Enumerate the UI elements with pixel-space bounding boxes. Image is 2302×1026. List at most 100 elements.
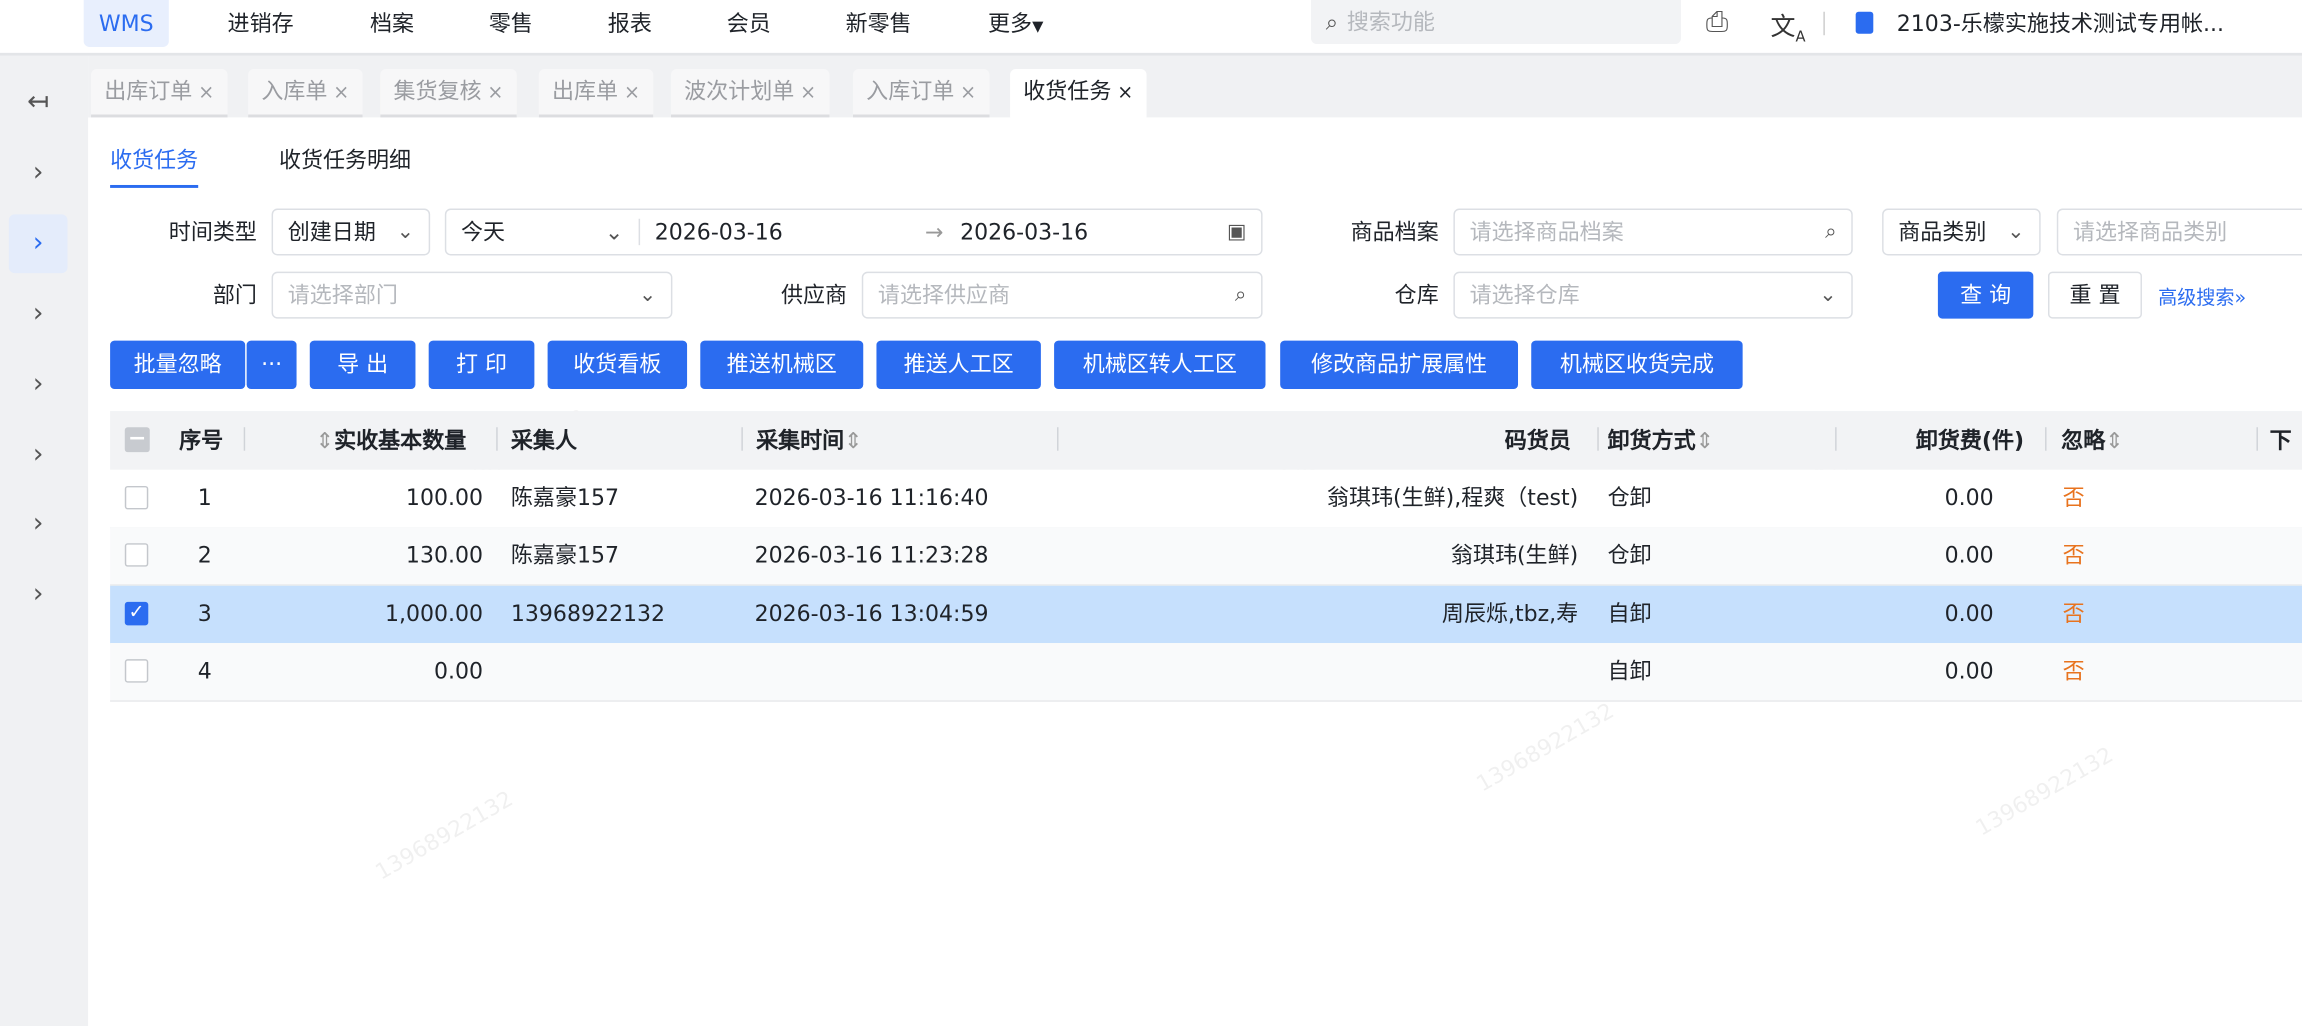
push-manual-area-button[interactable]: 推送人工区 xyxy=(876,340,1041,390)
close-icon[interactable]: × xyxy=(198,82,214,104)
nav-members[interactable]: 会员 xyxy=(727,0,771,47)
time-type-label: 时间类型 xyxy=(168,218,257,246)
chevron-right-icon[interactable]: › xyxy=(9,565,68,624)
tab-consolidation-review[interactable]: 集货复核 × xyxy=(380,69,517,118)
advanced-label: 高级搜索 xyxy=(2158,287,2235,310)
col-qty[interactable]: ⇕实收基本数量 xyxy=(316,411,467,470)
col-unload-label: 卸货方式 xyxy=(1607,427,1696,454)
cell-collector: 13968922132 xyxy=(510,599,666,627)
batch-ignore-button[interactable]: 批量忽略 xyxy=(110,340,246,390)
select-all-checkbox[interactable]: − xyxy=(124,426,150,453)
col-collector: 采集人 xyxy=(510,427,577,454)
row-checkbox[interactable] xyxy=(124,485,149,510)
tab-label: 出库单 xyxy=(552,77,619,105)
edit-product-attributes-button[interactable]: 修改商品扩展属性 xyxy=(1280,340,1519,390)
cell-fee: 0.00 xyxy=(1944,542,1994,569)
dept-select[interactable]: 请选择部门 ⌄ xyxy=(271,271,673,319)
advanced-search-link[interactable]: 高级搜索» xyxy=(2158,282,2246,310)
chevron-right-icon[interactable]: › xyxy=(9,355,68,414)
warehouse-select[interactable]: 请选择仓库 ⌄ xyxy=(1453,271,1853,319)
category-select[interactable]: 商品类别 ⌄ xyxy=(1882,208,2041,256)
close-icon[interactable]: × xyxy=(333,82,349,104)
date-end[interactable]: 2026-03-16 xyxy=(960,210,1088,254)
col-unload[interactable]: 卸货方式⇕ xyxy=(1608,411,1715,470)
chevron-right-icon[interactable]: › xyxy=(9,495,68,554)
placeholder: 请选择商品类别 xyxy=(2072,218,2228,246)
nav-wms[interactable]: WMS xyxy=(83,0,169,47)
time-type-select[interactable]: 创建日期 ⌄ xyxy=(271,208,431,256)
reset-button[interactable]: 重 置 xyxy=(2047,271,2142,319)
tab-label: 入库订单 xyxy=(866,77,955,105)
table-row[interactable]: ✓ 3 1,000.00 13968922132 2026-03-16 13:04:59… xyxy=(110,585,2302,644)
table-row[interactable]: 1 100.00 陈嘉豪157 2026-03-16 11:16:40 翁琪玮(生鲜),… xyxy=(110,469,2302,529)
top-nav: WMS 进销存 档案 零售 报表 会员 新零售 更多▼ ⌕ 搜索功能 ⎙ 文A 2… xyxy=(0,0,2302,56)
cell-time: 2026-03-16 11:16:40 xyxy=(754,484,989,511)
subtab-receiving-task[interactable]: 收货任务 xyxy=(110,144,199,188)
collapse-icon[interactable]: ↤ xyxy=(9,73,68,132)
chevron-right-icon[interactable]: › xyxy=(9,285,68,344)
row-checkbox[interactable] xyxy=(124,543,149,568)
date-range-picker[interactable]: 今天 ⌄ 2026-03-16 → 2026-03-16 ▣ xyxy=(444,208,1263,256)
nav-archive[interactable]: 档案 xyxy=(370,0,414,47)
export-button[interactable]: 导 出 xyxy=(309,340,416,390)
close-icon[interactable]: × xyxy=(624,82,640,104)
table-row[interactable]: 4 0.00 自卸 0.00 否 xyxy=(110,642,2302,702)
machine-to-manual-button[interactable]: 机械区转人工区 xyxy=(1054,340,1266,390)
range-preset[interactable]: 今天 xyxy=(461,219,505,245)
table-row[interactable]: 2 130.00 陈嘉豪157 2026-03-16 11:23:28 翁琪玮(生鲜) 仓… xyxy=(110,527,2302,587)
chevron-right-icon[interactable]: › xyxy=(9,144,68,203)
more-actions-button[interactable]: ··· xyxy=(246,340,297,390)
caret-down-icon: ▼ xyxy=(1032,19,1044,36)
time-type-value: 创建日期 xyxy=(287,218,376,246)
row-checkbox[interactable] xyxy=(124,659,149,683)
chevron-double-down-icon: » xyxy=(2234,287,2247,310)
category-input[interactable]: 请选择商品类别 xyxy=(2056,208,2302,256)
machine-receiving-complete-button[interactable]: 机械区收货完成 xyxy=(1531,340,1743,390)
subtab-receiving-task-detail[interactable]: 收货任务明细 xyxy=(279,144,411,185)
nav-more[interactable]: 更多▼ xyxy=(988,0,1043,47)
tabs-bar: 出库订单 × 入库单 × 集货复核 × 出库单 × 波次计划单 × 入库订单 × 收货任务 × xyxy=(88,55,2302,118)
nav-retail[interactable]: 零售 xyxy=(489,0,533,47)
tab-inbound[interactable]: 入库单 × xyxy=(248,69,363,118)
col-stacker: 码货员 xyxy=(1504,427,1571,454)
tab-wave-plan[interactable]: 波次计划单 × xyxy=(670,69,830,118)
chevron-right-icon[interactable]: › xyxy=(8,214,68,274)
nav-reports[interactable]: 报表 xyxy=(608,0,652,47)
close-icon[interactable]: × xyxy=(1117,82,1133,104)
search-icon: ⌕ xyxy=(1234,283,1247,307)
row-checkbox[interactable]: ✓ xyxy=(124,601,149,625)
tab-receiving-task[interactable]: 收货任务 × xyxy=(1010,69,1147,118)
cell-stacker: 周辰烁,tbz,寿 xyxy=(1441,599,1579,627)
chevron-right-icon[interactable]: › xyxy=(9,426,68,485)
sort-icon: ⇕ xyxy=(1695,427,1715,454)
nav-more-label: 更多 xyxy=(988,10,1033,37)
close-icon[interactable]: × xyxy=(960,82,976,104)
col-no: 序号 xyxy=(179,427,224,454)
query-button[interactable]: 查 询 xyxy=(1937,271,2034,319)
printer-icon[interactable]: ⎙ xyxy=(1706,6,1728,38)
tab-outbound-order[interactable]: 出库订单 × xyxy=(91,69,228,118)
receiving-board-button[interactable]: 收货看板 xyxy=(547,340,688,390)
tab-inbound-order[interactable]: 入库订单 × xyxy=(852,69,990,118)
search-icon: ⌕ xyxy=(1825,220,1837,244)
col-time-label: 采集时间 xyxy=(756,427,845,454)
col-time[interactable]: 采集时间⇕ xyxy=(756,411,863,470)
date-start[interactable]: 2026-03-16 xyxy=(655,210,783,254)
close-icon[interactable]: × xyxy=(487,82,503,104)
print-button[interactable]: 打 印 xyxy=(428,340,535,390)
cell-qty: 1,000.00 xyxy=(384,599,484,627)
tab-outbound[interactable]: 出库单 × xyxy=(538,69,654,118)
account-name[interactable]: 2103-乐檬实施技术测试专用帐... xyxy=(1897,7,2224,38)
product-input[interactable]: 请选择商品档案 ⌕ xyxy=(1453,208,1853,256)
nav-new-retail[interactable]: 新零售 xyxy=(846,0,912,47)
close-icon[interactable]: × xyxy=(800,82,816,104)
nav-inventory[interactable]: 进销存 xyxy=(228,0,294,47)
cell-no: 1 xyxy=(197,484,212,511)
function-search[interactable]: ⌕ 搜索功能 xyxy=(1311,0,1681,45)
cell-collector: 陈嘉豪157 xyxy=(510,542,620,569)
supplier-input[interactable]: 请选择供应商 ⌕ xyxy=(861,271,1263,319)
col-ignore[interactable]: 忽略⇕ xyxy=(2061,411,2124,470)
translate-icon[interactable]: 文A xyxy=(1771,6,1806,46)
push-machine-area-button[interactable]: 推送机械区 xyxy=(700,340,864,390)
placeholder: 请选择商品档案 xyxy=(1469,218,1624,246)
